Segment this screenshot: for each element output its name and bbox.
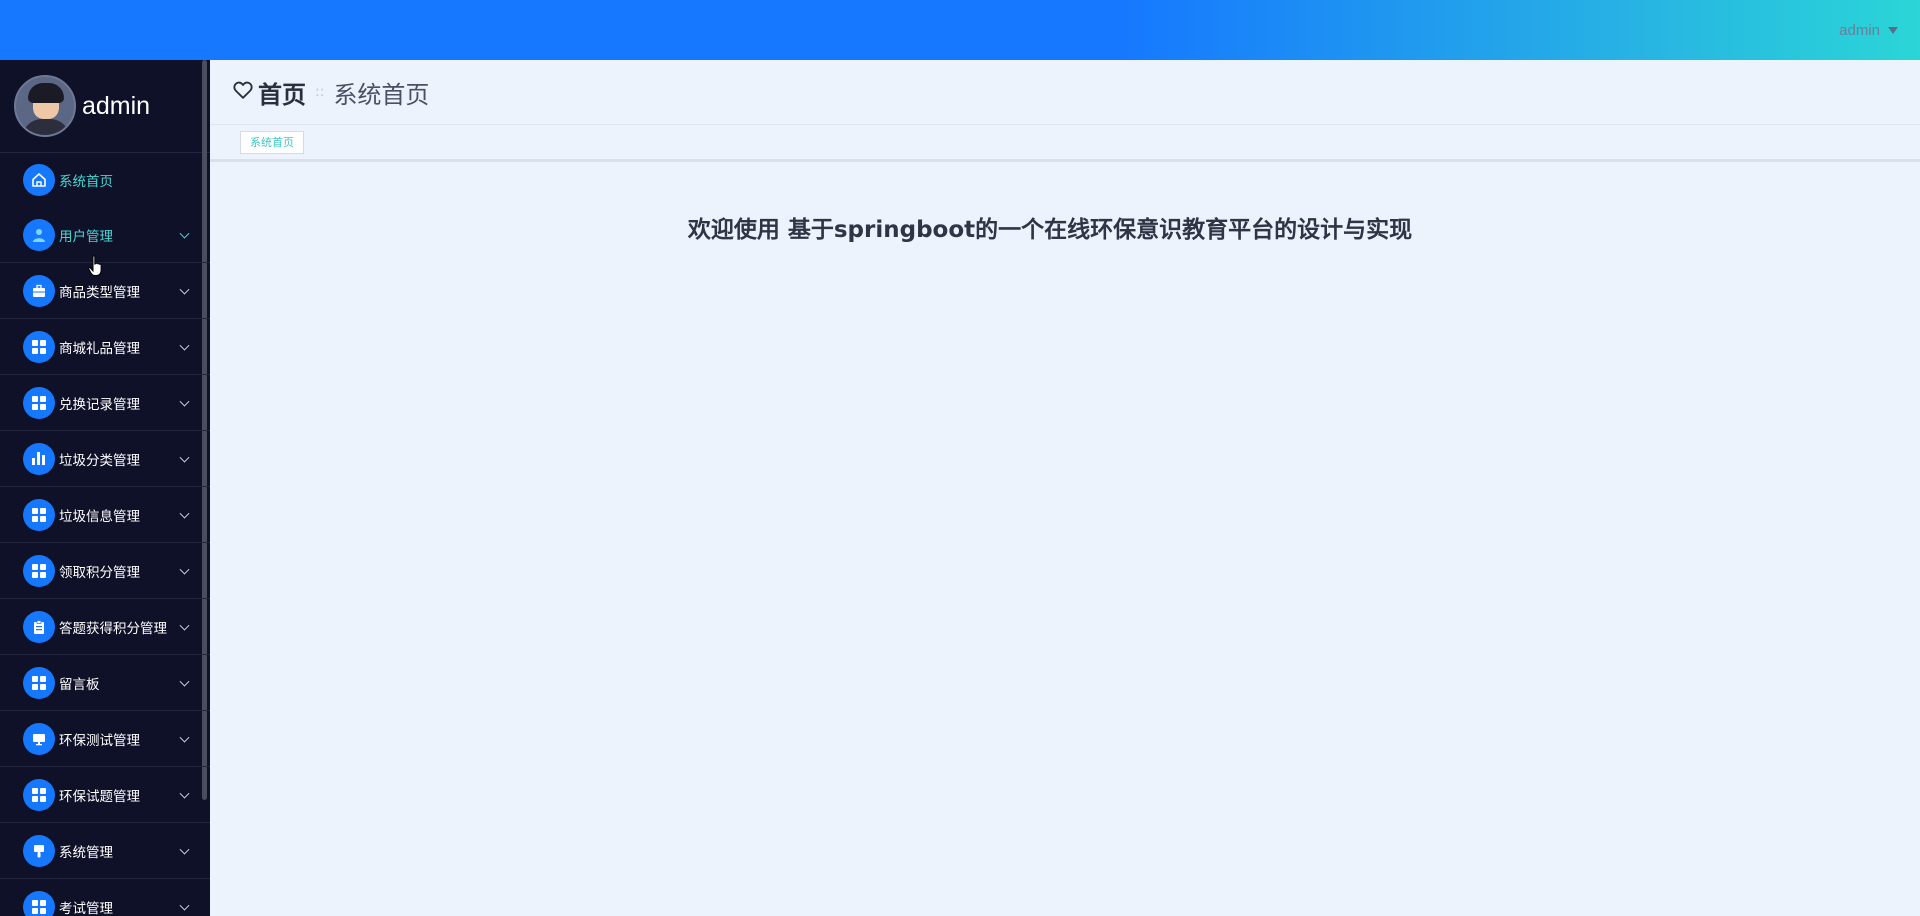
sidebar-item-garbage-category[interactable]: 垃圾分类管理 bbox=[0, 431, 210, 487]
tab-system-home[interactable]: 系统首页 bbox=[240, 130, 304, 154]
chevron-down-icon bbox=[179, 900, 190, 911]
chevron-down-icon bbox=[179, 564, 190, 575]
sidebar-profile: admin bbox=[0, 60, 210, 153]
chevron-down-icon bbox=[179, 284, 190, 295]
home-icon bbox=[23, 164, 55, 196]
chevron-down-icon bbox=[179, 676, 190, 687]
chevron-down-icon bbox=[179, 340, 190, 351]
main-content: 首页 :: 系统首页 系统首页 欢迎使用 基于springboot的一个在线环保… bbox=[210, 60, 1920, 916]
hand-cursor-icon bbox=[88, 255, 104, 281]
chevron-down-icon bbox=[179, 620, 190, 631]
grid-icon bbox=[23, 554, 55, 587]
sidebar-item-label: 系统管理 bbox=[59, 844, 113, 861]
sidebar-item-eco-test[interactable]: 环保测试管理 bbox=[0, 711, 210, 767]
avatar bbox=[14, 75, 76, 137]
sidebar-item-exchange-record[interactable]: 兑换记录管理 bbox=[0, 375, 210, 431]
briefcase-icon bbox=[23, 274, 55, 307]
user-dropdown[interactable]: admin bbox=[1839, 20, 1898, 40]
sidebar-item-label: 留言板 bbox=[59, 676, 100, 693]
bar-chart-icon bbox=[23, 442, 55, 475]
chevron-down-icon bbox=[179, 396, 190, 407]
sidebar-item-system[interactable]: 系统管理 bbox=[0, 823, 210, 879]
sidebar-item-label: 答题获得积分管理 bbox=[59, 620, 167, 637]
user-icon bbox=[23, 218, 55, 251]
chevron-down-icon bbox=[179, 732, 190, 743]
sidebar-item-garbage-info[interactable]: 垃圾信息管理 bbox=[0, 487, 210, 543]
sidebar-item-user-management[interactable]: 用户管理 bbox=[0, 207, 210, 263]
sidebar-item-label: 垃圾信息管理 bbox=[59, 508, 140, 525]
sidebar-item-label: 环保试题管理 bbox=[59, 788, 140, 805]
grid-icon bbox=[23, 498, 55, 531]
sidebar-item-label: 商品类型管理 bbox=[59, 284, 140, 301]
sidebar-item-quiz-points[interactable]: 答题获得积分管理 bbox=[0, 599, 210, 655]
sidebar-item-label: 领取积分管理 bbox=[59, 564, 140, 581]
heart-icon bbox=[232, 79, 254, 105]
sidebar-item-label: 商城礼品管理 bbox=[59, 340, 140, 357]
monitor-icon bbox=[23, 722, 55, 755]
breadcrumb: 首页 :: 系统首页 bbox=[210, 60, 1920, 125]
sidebar-item-label: 系统首页 bbox=[59, 174, 113, 190]
user-dropdown-label: admin bbox=[1839, 21, 1880, 39]
sidebar-item-message-board[interactable]: 留言板 bbox=[0, 655, 210, 711]
caret-down-icon bbox=[1888, 26, 1898, 34]
chevron-down-icon bbox=[179, 844, 190, 855]
grid-icon bbox=[23, 386, 55, 419]
grid-icon bbox=[23, 778, 55, 811]
chevron-down-icon bbox=[179, 228, 190, 239]
sidebar-item-claim-points[interactable]: 领取积分管理 bbox=[0, 543, 210, 599]
brush-icon bbox=[23, 834, 55, 867]
sidebar-item-label: 考试管理 bbox=[59, 900, 113, 916]
breadcrumb-current: 系统首页 bbox=[333, 80, 430, 109]
sidebar-item-product-type[interactable]: 商品类型管理 bbox=[0, 263, 210, 319]
welcome-heading: 欢迎使用 基于springboot的一个在线环保意识教育平台的设计与实现 bbox=[687, 217, 1413, 243]
chevron-down-icon bbox=[179, 788, 190, 799]
top-header: admin bbox=[0, 0, 1920, 60]
chevron-down-icon bbox=[179, 508, 190, 519]
grid-icon bbox=[23, 666, 55, 699]
tags-view: 系统首页 bbox=[210, 125, 1920, 162]
breadcrumb-separator: :: bbox=[315, 84, 325, 100]
breadcrumb-home[interactable]: 首页 bbox=[258, 75, 306, 110]
profile-name: admin bbox=[82, 91, 151, 120]
sidebar-item-eco-questions[interactable]: 环保试题管理 bbox=[0, 767, 210, 823]
chevron-down-icon bbox=[179, 452, 190, 463]
sidebar-item-exam[interactable]: 考试管理 bbox=[0, 879, 210, 916]
sidebar-item-home[interactable]: 系统首页 bbox=[0, 153, 210, 207]
sidebar-item-label: 兑换记录管理 bbox=[59, 396, 140, 413]
sidebar: admin 系统首页 用户管理 商品类型管理 商城礼品管理 兑换记录管理 垃圾分… bbox=[0, 60, 210, 916]
sidebar-item-label: 用户管理 bbox=[59, 228, 113, 245]
sidebar-item-label: 环保测试管理 bbox=[59, 732, 140, 749]
grid-icon bbox=[23, 330, 55, 363]
sidebar-item-label: 垃圾分类管理 bbox=[59, 452, 140, 469]
clipboard-icon bbox=[23, 610, 55, 643]
sidebar-item-gift[interactable]: 商城礼品管理 bbox=[0, 319, 210, 375]
grid-icon bbox=[23, 890, 55, 916]
